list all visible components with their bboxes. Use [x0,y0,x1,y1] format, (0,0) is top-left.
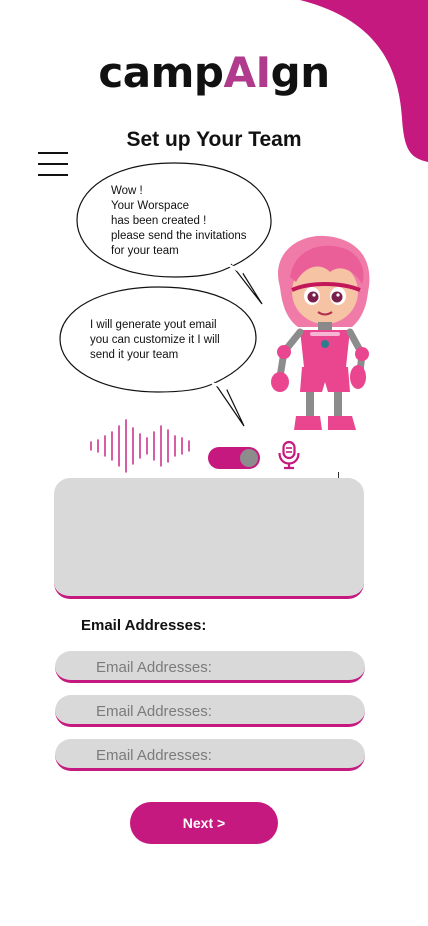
toggle-knob [240,449,258,467]
audio-waveform-icon [90,419,190,473]
speech-bubble-text-1: Wow ! Your Worspace has been created ! p… [111,185,247,257]
speech-bubble-text-2: I will generate yout email you can custo… [90,319,220,361]
microphone-icon[interactable] [277,440,301,470]
email-field-3[interactable] [55,739,365,771]
generated-email-box[interactable] [54,478,364,599]
robot-avatar [271,235,370,430]
email-field-2[interactable] [55,695,365,727]
voice-toggle[interactable] [208,447,260,469]
next-button[interactable]: Next > [130,802,278,844]
email-addresses-label: Email Addresses: [81,617,207,634]
email-field-1[interactable] [55,651,365,683]
